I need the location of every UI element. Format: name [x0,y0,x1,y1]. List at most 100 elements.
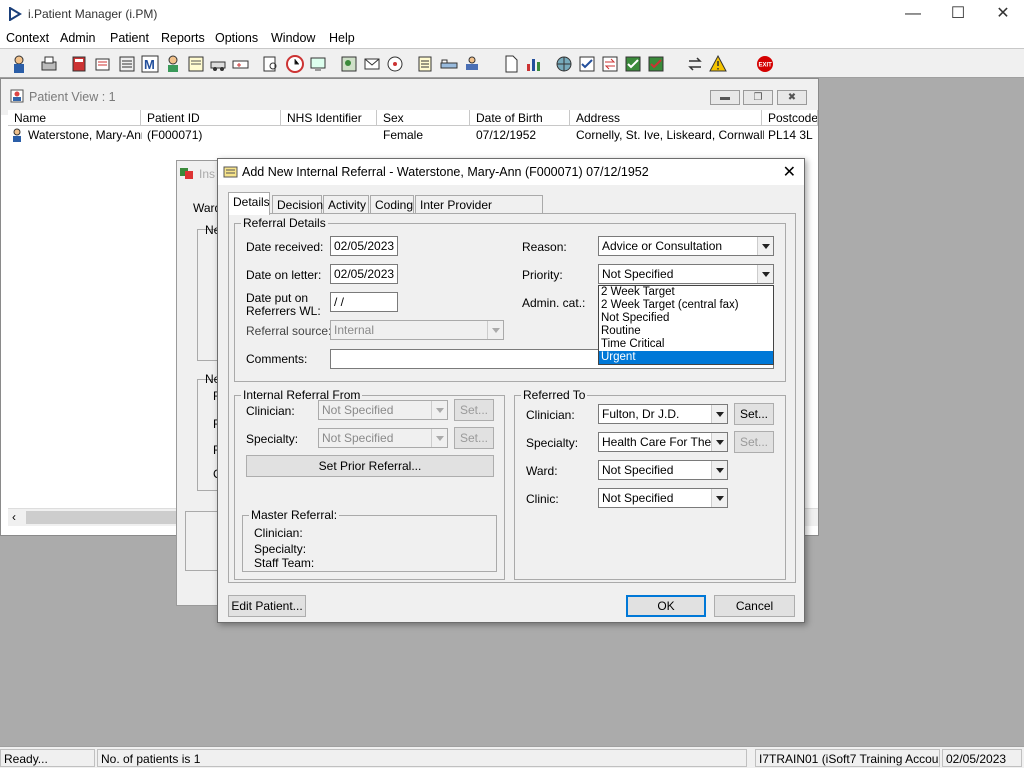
to-clinician-select[interactable]: Fulton, Dr J.D. [598,404,728,424]
column-header-dob[interactable]: Date of Birth [470,110,570,126]
column-header-name[interactable]: Name [8,110,141,126]
tab-decision[interactable]: Decision [272,195,323,215]
table-cell-patient-id[interactable]: (F000071) [143,127,283,143]
tab-activity[interactable]: Activity [323,195,369,215]
ambulance-icon[interactable] [230,53,252,75]
chevron-down-icon[interactable] [711,433,727,451]
menu-context[interactable]: Context [6,31,49,45]
transport-icon[interactable] [208,53,230,75]
menu-admin[interactable]: Admin [60,31,95,45]
scroll-left-icon[interactable]: ‹ [12,510,16,524]
disc-icon[interactable] [384,53,406,75]
minimize-icon[interactable]: — [890,0,936,28]
chevron-down-icon[interactable] [757,237,773,255]
priority-select[interactable]: Not Specified [598,264,774,284]
priority-option[interactable]: Time Critical [599,338,773,351]
table-cell-address[interactable]: Cornelly, St. Ive, Liskeard, Cornwall [572,127,764,143]
from-specialty-set-button[interactable]: Set... [454,427,494,449]
clinic-select[interactable]: Not Specified [598,488,728,508]
menu-help[interactable]: Help [329,31,355,45]
menu-options[interactable]: Options [215,31,258,45]
tab-inter-provider-transfer[interactable]: Inter Provider Transfer [415,195,543,230]
check-icon[interactable] [576,53,598,75]
m-icon[interactable]: M [139,53,161,75]
restore-icon[interactable]: ❐ [743,90,773,105]
priority-dropdown-list[interactable]: 2 Week Target 2 Week Target (central fax… [598,285,774,365]
cancel-button[interactable]: Cancel [714,595,795,617]
bed-icon[interactable] [438,53,460,75]
globe-icon[interactable] [553,53,575,75]
referral-icon[interactable] [92,53,114,75]
table-cell-dob[interactable]: 07/12/1952 [472,127,572,143]
patient-view-title: Patient View : 1 [29,90,116,104]
priority-option-selected[interactable]: Urgent [599,351,773,364]
ok-button[interactable]: OK [626,595,706,617]
approve-icon[interactable] [622,53,644,75]
from-clinician-set-button[interactable]: Set... [454,399,494,421]
person-icon[interactable] [162,53,184,75]
ward-select[interactable]: Not Specified [598,460,728,480]
table-cell-sex[interactable]: Female [379,127,472,143]
priority-option[interactable]: Not Specified [599,312,773,325]
chevron-down-icon[interactable] [711,489,727,507]
printer-icon[interactable] [38,53,60,75]
set-prior-referral-button[interactable]: Set Prior Referral... [246,455,494,477]
referred-to-legend: Referred To [523,388,586,402]
menu-window[interactable]: Window [271,31,315,45]
maximize-icon[interactable]: ☐ [935,0,981,28]
warning-icon[interactable] [707,53,729,75]
menu-patient[interactable]: Patient [110,31,149,45]
minimize-icon[interactable]: ▬ [710,90,740,105]
close-icon[interactable]: ✕ [980,0,1024,28]
patient-icon[interactable] [8,53,30,75]
monitor-icon[interactable] [307,53,329,75]
table-cell-name[interactable]: Waterstone, Mary-Ann [24,127,142,143]
search-doc-icon[interactable] [260,53,282,75]
column-header-patient-id[interactable]: Patient ID [141,110,281,126]
date-on-letter-field[interactable]: 02/05/2023 [330,264,398,284]
to-clinician-set-button[interactable]: Set... [734,403,774,425]
notes-icon[interactable] [185,53,207,75]
column-header-sex[interactable]: Sex [377,110,470,126]
menu-reports[interactable]: Reports [161,31,205,45]
document-icon[interactable] [500,53,522,75]
column-header-address[interactable]: Address [570,110,762,126]
clinic-label: Clinic: [526,492,559,506]
reason-select[interactable]: Advice or Consultation [598,236,774,256]
status-date: 02/05/2023 [942,749,1022,767]
close-icon[interactable]: ✕ [783,162,796,182]
chevron-down-icon[interactable] [711,405,727,423]
priority-option[interactable]: 2 Week Target (central fax) [599,299,773,312]
exit-icon[interactable]: EXIT [754,53,776,75]
form-icon[interactable] [116,53,138,75]
app-title: i.Patient Manager (i.PM) [28,7,158,21]
admit-icon[interactable] [461,53,483,75]
transfer-icon[interactable] [599,53,621,75]
chart-icon[interactable] [523,53,545,75]
date-received-field[interactable]: 02/05/2023 [330,236,398,256]
approve-icon[interactable] [645,53,667,75]
edit-patient-button[interactable]: Edit Patient... [228,595,306,617]
chevron-down-icon[interactable] [711,461,727,479]
date-put-on-wl-field[interactable]: / / [330,292,398,312]
tab-details[interactable]: Details [228,192,270,215]
priority-option[interactable]: Routine [599,325,773,338]
list-icon[interactable] [414,53,436,75]
priority-option[interactable]: 2 Week Target [599,286,773,299]
to-specialty-select[interactable]: Health Care For The El [598,432,728,452]
chevron-down-icon[interactable] [757,265,773,283]
swap-icon[interactable] [684,53,706,75]
book-icon[interactable] [68,53,90,75]
letter-icon[interactable] [361,53,383,75]
table-cell-nhs-identifier[interactable] [283,127,379,143]
tab-coding[interactable]: Coding [370,195,414,215]
master-staff-team-label: Staff Team: [254,556,315,570]
table-cell-postcode[interactable]: PL14 3L [764,127,818,143]
photo-icon[interactable] [338,53,360,75]
column-header-postcode[interactable]: Postcode [762,110,818,126]
scroll-thumb[interactable] [26,511,186,524]
column-header-nhs-identifier[interactable]: NHS Identifier [281,110,377,126]
close-icon[interactable]: ✖ [777,90,807,105]
clock-icon[interactable] [284,53,306,75]
to-specialty-set-button[interactable]: Set... [734,431,774,453]
